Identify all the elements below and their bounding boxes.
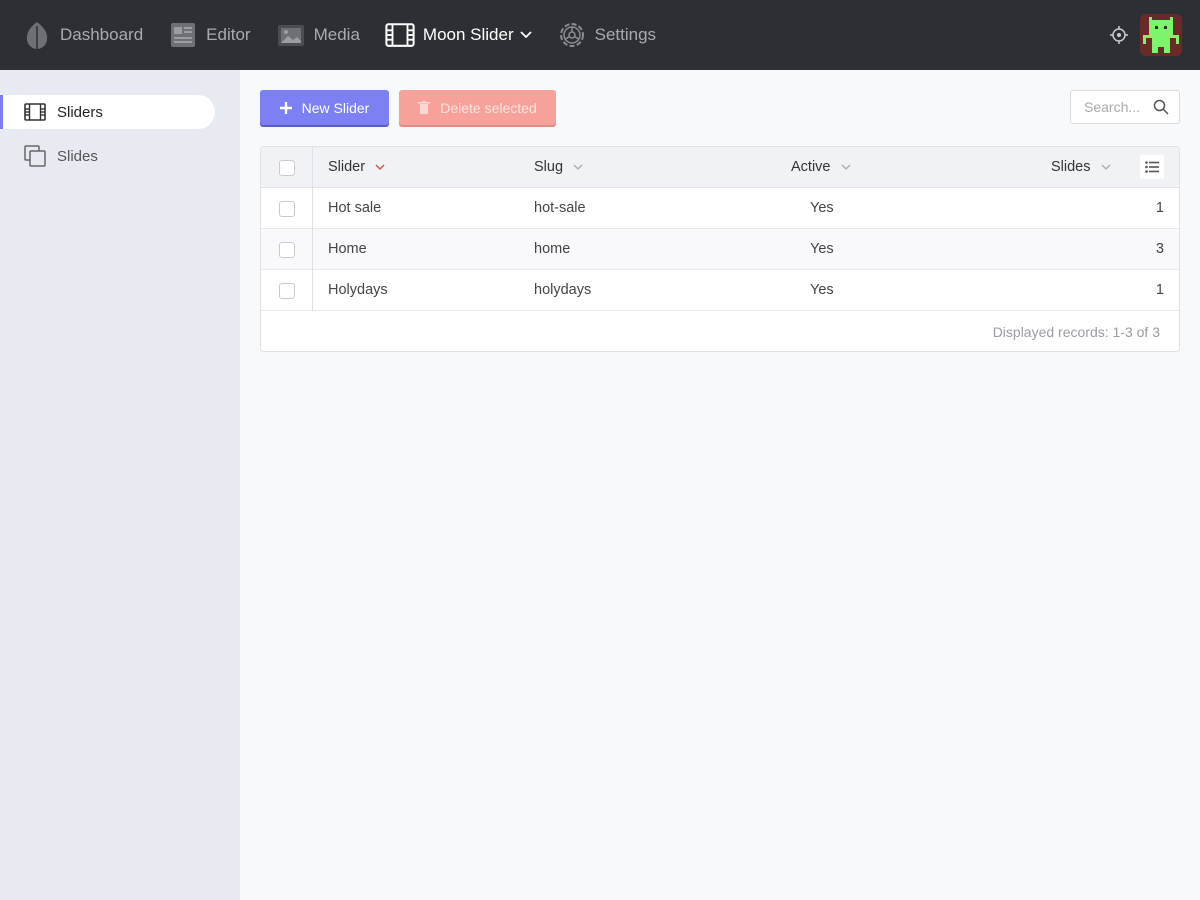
plus-icon (279, 101, 292, 114)
sliders-table: Slider Slug Active Slides Hot sale hot-s… (260, 146, 1180, 352)
nav-item-label: Media (313, 25, 360, 44)
column-header-slug[interactable]: Slug (534, 147, 583, 187)
column-label: Active (791, 159, 831, 175)
cell-slides: 3 (1155, 241, 1164, 257)
sort-chevron-icon (841, 164, 851, 170)
gear-icon (557, 20, 587, 50)
avatar[interactable] (1140, 14, 1182, 56)
row-checkbox-cell (261, 229, 313, 270)
trash-icon (418, 101, 431, 114)
table-row[interactable]: Hot sale hot-sale Yes 1 (261, 188, 1179, 229)
cell-slug: home (534, 241, 571, 257)
cell-slides: 1 (1155, 282, 1164, 298)
row-checkbox-cell (261, 188, 313, 229)
nav-item-editor[interactable]: Editor (168, 0, 251, 70)
column-header-slider[interactable]: Slider (328, 147, 385, 187)
sort-chevron-icon (1101, 164, 1111, 170)
copy-icon (24, 145, 46, 167)
column-header-active[interactable]: Active (791, 147, 851, 187)
table-row[interactable]: Holydays holydays Yes 1 (261, 270, 1179, 311)
nav-item-label: Dashboard (60, 25, 144, 44)
leaf-icon (22, 20, 52, 50)
cell-slug: holydays (534, 282, 592, 298)
sidebar: Sliders Slides (0, 70, 240, 900)
table-footer: Displayed records: 1-3 of 3 (992, 323, 1160, 340)
sort-chevron-icon (573, 164, 583, 170)
new-slider-label: New Slider (301, 99, 370, 116)
sidebar-item-slides[interactable]: Slides (0, 139, 215, 173)
cell-slider: Hot sale (328, 200, 382, 216)
nav-item-label: Settings (594, 25, 657, 44)
row-checkbox[interactable] (278, 200, 295, 217)
film-icon (385, 20, 415, 50)
cell-slides: 1 (1155, 200, 1164, 216)
column-label: Slides (1051, 159, 1091, 175)
delete-selected-label: Delete selected (440, 99, 537, 116)
nav-item-moon-slider[interactable]: Moon Slider (385, 0, 532, 70)
sort-chevron-icon (375, 164, 385, 170)
chevron-down-icon (519, 29, 532, 41)
crosshair-icon[interactable] (1108, 24, 1130, 46)
delete-selected-button[interactable]: Delete selected (399, 90, 556, 125)
main-nav: Dashboard Editor Media Moon Slider Setti… (0, 0, 681, 70)
cell-active: Yes (810, 200, 834, 216)
row-checkbox-cell (261, 270, 313, 311)
table-row[interactable]: Home home Yes 3 (261, 229, 1179, 270)
nav-item-label: Moon Slider (422, 25, 514, 44)
film-icon (24, 101, 46, 123)
search-input[interactable] (1084, 99, 1160, 115)
column-label: Slider (328, 159, 366, 175)
nav-item-media[interactable]: Media (276, 0, 360, 70)
row-checkbox[interactable] (278, 241, 295, 258)
column-list-icon[interactable] (1140, 155, 1164, 179)
top-navbar: Dashboard Editor Media Moon Slider Setti… (0, 0, 1200, 70)
nav-item-dashboard[interactable]: Dashboard (22, 0, 143, 70)
row-checkbox[interactable] (278, 282, 295, 299)
sidebar-item-label: Sliders (57, 103, 103, 121)
column-label: Slug (534, 159, 564, 175)
search-icon[interactable] (1153, 99, 1169, 115)
nav-item-settings[interactable]: Settings (557, 0, 656, 70)
column-header-slides[interactable]: Slides (1051, 147, 1111, 187)
cell-slug: hot-sale (534, 200, 586, 216)
topbar-actions (1108, 0, 1200, 70)
cell-slider: Holydays (328, 282, 388, 298)
cell-active: Yes (810, 241, 834, 257)
newspaper-icon (168, 20, 198, 50)
cell-active: Yes (810, 282, 834, 298)
new-slider-button[interactable]: New Slider (260, 90, 389, 125)
sidebar-item-sliders[interactable]: Sliders (0, 95, 215, 129)
select-all-checkbox[interactable] (278, 159, 295, 176)
nav-item-label: Editor (206, 25, 251, 44)
search-box (1070, 90, 1180, 124)
image-icon (276, 20, 306, 50)
cell-slider: Home (328, 241, 367, 257)
sidebar-item-label: Slides (57, 147, 98, 165)
table-header: Slider Slug Active Slides (261, 147, 1179, 188)
header-checkbox-cell (261, 147, 313, 188)
